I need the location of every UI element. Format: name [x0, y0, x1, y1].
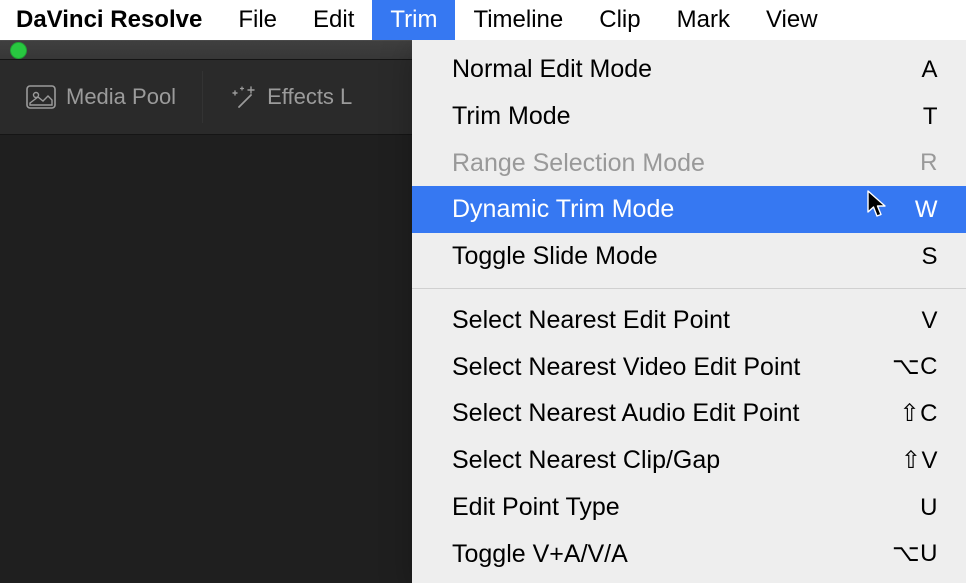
app-name: DaVinci Resolve [14, 0, 220, 40]
menu-item-shortcut: ⇧C [900, 395, 938, 432]
menu-item-edit-point-type[interactable]: Edit Point Type U [412, 484, 966, 531]
menu-clip[interactable]: Clip [581, 0, 658, 40]
menu-item-shortcut: W [915, 191, 938, 228]
effects-library-button[interactable]: Effects L [203, 60, 378, 134]
menu-mark[interactable]: Mark [659, 0, 748, 40]
menu-item-select-nearest-video-edit-point[interactable]: Select Nearest Video Edit Point ⌥C [412, 344, 966, 391]
menu-item-shortcut: S [921, 238, 938, 275]
menu-item-normal-edit-mode[interactable]: Normal Edit Mode A [412, 46, 966, 93]
menu-item-label: Select Nearest Edit Point [452, 301, 730, 340]
traffic-light-green[interactable] [10, 42, 27, 59]
menu-item-shortcut: R [920, 144, 938, 181]
menu-item-shortcut: U [920, 489, 938, 526]
menu-trim[interactable]: Trim [372, 0, 455, 40]
media-pool-button[interactable]: Media Pool [0, 60, 202, 134]
menu-item-toggle-va-va[interactable]: Toggle V+A/V/A ⌥U [412, 531, 966, 578]
trim-menu-dropdown: Normal Edit Mode A Trim Mode T Range Sel… [412, 40, 966, 583]
menu-view[interactable]: View [748, 0, 836, 40]
menu-item-range-selection-mode: Range Selection Mode R [412, 140, 966, 187]
menu-item-toggle-slide-mode[interactable]: Toggle Slide Mode S [412, 233, 966, 280]
menu-item-label: Edit Point Type [452, 488, 620, 527]
menu-item-select-nearest-audio-edit-point[interactable]: Select Nearest Audio Edit Point ⇧C [412, 390, 966, 437]
effects-library-label: Effects L [267, 84, 352, 110]
menu-item-shortcut: ⌥C [892, 348, 938, 385]
effects-wand-icon [229, 85, 257, 109]
menu-item-label: Select Nearest Clip/Gap [452, 441, 720, 480]
menu-separator [412, 288, 966, 289]
media-pool-label: Media Pool [66, 84, 176, 110]
menu-item-label: Toggle Slide Mode [452, 237, 658, 276]
menu-item-dynamic-trim-mode[interactable]: Dynamic Trim Mode W [412, 186, 966, 233]
menu-item-shortcut: V [921, 302, 938, 339]
menu-item-label: Range Selection Mode [452, 144, 705, 183]
menu-item-select-nearest-clip-gap[interactable]: Select Nearest Clip/Gap ⇧V [412, 437, 966, 484]
menu-item-trim-mode[interactable]: Trim Mode T [412, 93, 966, 140]
menu-item-shortcut: ⇧V [901, 442, 938, 479]
menu-edit[interactable]: Edit [295, 0, 372, 40]
menu-item-shortcut: ⌥U [892, 535, 938, 572]
menu-file[interactable]: File [220, 0, 295, 40]
menu-timeline[interactable]: Timeline [455, 0, 581, 40]
menu-item-label: Dynamic Trim Mode [452, 190, 674, 229]
media-pool-icon [26, 85, 56, 109]
menu-item-label: Normal Edit Mode [452, 50, 652, 89]
menu-item-label: Select Nearest Video Edit Point [452, 348, 800, 387]
menu-item-select-nearest-edit-point[interactable]: Select Nearest Edit Point V [412, 297, 966, 344]
menu-item-label: Select Nearest Audio Edit Point [452, 394, 799, 433]
menu-item-shortcut: T [923, 98, 938, 135]
menu-item-label: Trim Mode [452, 97, 571, 136]
menubar: DaVinci Resolve File Edit Trim Timeline … [0, 0, 966, 40]
menu-item-label: Toggle V+A/V/A [452, 535, 628, 574]
menu-item-shortcut: A [921, 51, 938, 88]
